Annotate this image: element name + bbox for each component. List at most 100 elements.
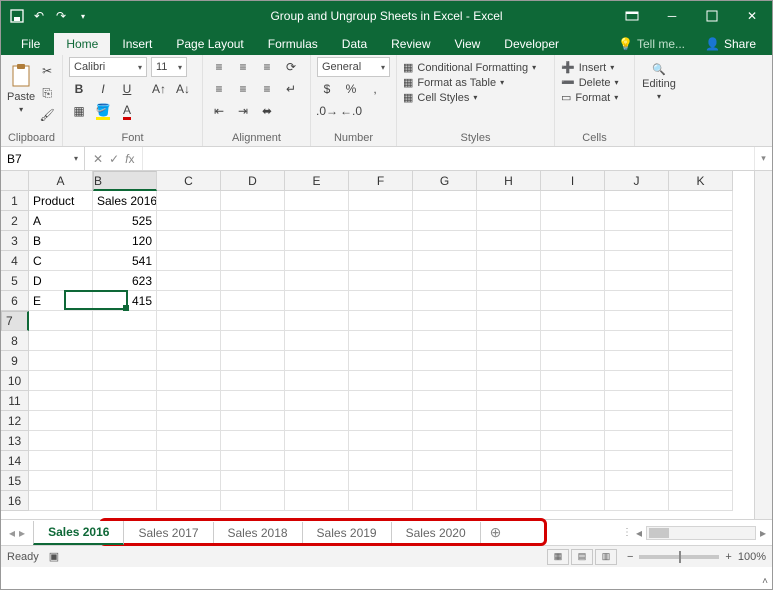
cell[interactable] [285,331,349,351]
cell[interactable]: B [29,231,93,251]
row-header[interactable]: 16 [1,491,29,511]
cell[interactable] [285,351,349,371]
font-name-select[interactable]: Calibri▾ [69,57,147,77]
cell[interactable] [669,271,733,291]
tab-formulas[interactable]: Formulas [256,33,330,55]
cell[interactable] [221,371,285,391]
cell[interactable] [541,251,605,271]
cell[interactable]: 120 [93,231,157,251]
bold-button[interactable]: B [69,79,89,99]
cell[interactable] [605,391,669,411]
cell[interactable] [349,231,413,251]
cell[interactable] [413,371,477,391]
vertical-scrollbar[interactable] [754,171,772,519]
cell[interactable] [349,431,413,451]
cell[interactable] [477,231,541,251]
cell[interactable] [477,311,541,331]
cell[interactable] [349,271,413,291]
copy-icon[interactable]: ⎘ [37,83,57,103]
border-button[interactable]: ▦ [69,101,89,121]
cell[interactable] [157,331,221,351]
cell[interactable] [477,391,541,411]
cell[interactable] [477,471,541,491]
cell[interactable] [221,191,285,211]
cell[interactable] [29,351,93,371]
column-header[interactable]: G [413,171,477,191]
number-format-select[interactable]: General▾ [317,57,390,77]
cell[interactable] [541,191,605,211]
cell[interactable] [93,451,157,471]
grow-font-button[interactable]: A↑ [149,79,169,99]
cell[interactable] [669,351,733,371]
cell[interactable]: Product [29,191,93,211]
cell[interactable] [413,271,477,291]
cell[interactable] [413,411,477,431]
cell[interactable] [285,491,349,511]
cell[interactable] [541,271,605,291]
cell[interactable] [285,191,349,211]
horizontal-scrollbar[interactable] [646,526,756,540]
cell[interactable] [29,431,93,451]
cell[interactable] [285,471,349,491]
row-header[interactable]: 7 [1,311,29,331]
cell[interactable]: C [29,251,93,271]
cell[interactable] [285,451,349,471]
fill-color-button[interactable]: 🪣 [93,101,113,121]
cell[interactable] [285,211,349,231]
cell[interactable] [605,271,669,291]
cancel-formula-icon[interactable]: ✕ [93,152,103,166]
hscroll-right-icon[interactable]: ▸ [760,526,766,540]
cell[interactable] [157,371,221,391]
tab-home[interactable]: Home [54,33,110,55]
column-header[interactable]: D [221,171,285,191]
cell[interactable] [477,271,541,291]
dec-decimal-icon[interactable]: ←.0 [341,101,361,121]
cell[interactable] [29,491,93,511]
cell[interactable] [93,391,157,411]
redo-icon[interactable]: ↷ [53,8,69,24]
zoom-out-button[interactable]: − [627,551,633,563]
cell[interactable]: E [29,291,93,311]
undo-icon[interactable]: ↶ [31,8,47,24]
collapse-ribbon-icon[interactable]: ˄ [762,576,768,587]
delete-cells-button[interactable]: ➖Delete▾ [561,76,628,89]
cell[interactable] [541,331,605,351]
cell[interactable] [605,211,669,231]
font-size-select[interactable]: 11▾ [151,57,187,77]
cell[interactable] [285,391,349,411]
align-bottom-icon[interactable]: ≡ [257,57,277,77]
cell[interactable] [413,251,477,271]
cell[interactable] [349,291,413,311]
sheet-tab[interactable]: Sales 2019 [302,522,392,545]
cell[interactable] [285,431,349,451]
name-box[interactable]: B7▾ [1,147,85,170]
cell[interactable] [669,231,733,251]
hscroll-left-icon[interactable]: ◂ [636,526,642,540]
cell[interactable] [29,411,93,431]
cell[interactable] [349,311,413,331]
cell[interactable] [669,331,733,351]
cut-icon[interactable]: ✂ [37,61,57,81]
cell[interactable] [477,491,541,511]
cell[interactable] [605,311,669,331]
cell[interactable] [93,491,157,511]
sheet-tab[interactable]: Sales 2016 [33,521,124,545]
align-center-icon[interactable]: ≡ [233,79,253,99]
cell[interactable] [157,431,221,451]
accounting-icon[interactable]: $ [317,79,337,99]
tab-insert[interactable]: Insert [110,33,164,55]
sheet-nav-prev-icon[interactable]: ◂ [9,526,15,540]
cell[interactable] [605,431,669,451]
grid[interactable]: ABCDEFGHIJK 12345678910111213141516 Prod… [1,171,754,519]
cell[interactable] [221,451,285,471]
shrink-font-button[interactable]: A↓ [173,79,193,99]
cell[interactable] [669,251,733,271]
cell-styles-button[interactable]: ▦Cell Styles▾ [403,91,548,104]
format-table-button[interactable]: ▦Format as Table▾ [403,76,548,89]
row-header[interactable]: 5 [1,271,29,291]
cell[interactable] [413,471,477,491]
cell[interactable]: 623 [93,271,157,291]
cell[interactable] [413,491,477,511]
cell[interactable] [477,331,541,351]
cell[interactable] [477,351,541,371]
